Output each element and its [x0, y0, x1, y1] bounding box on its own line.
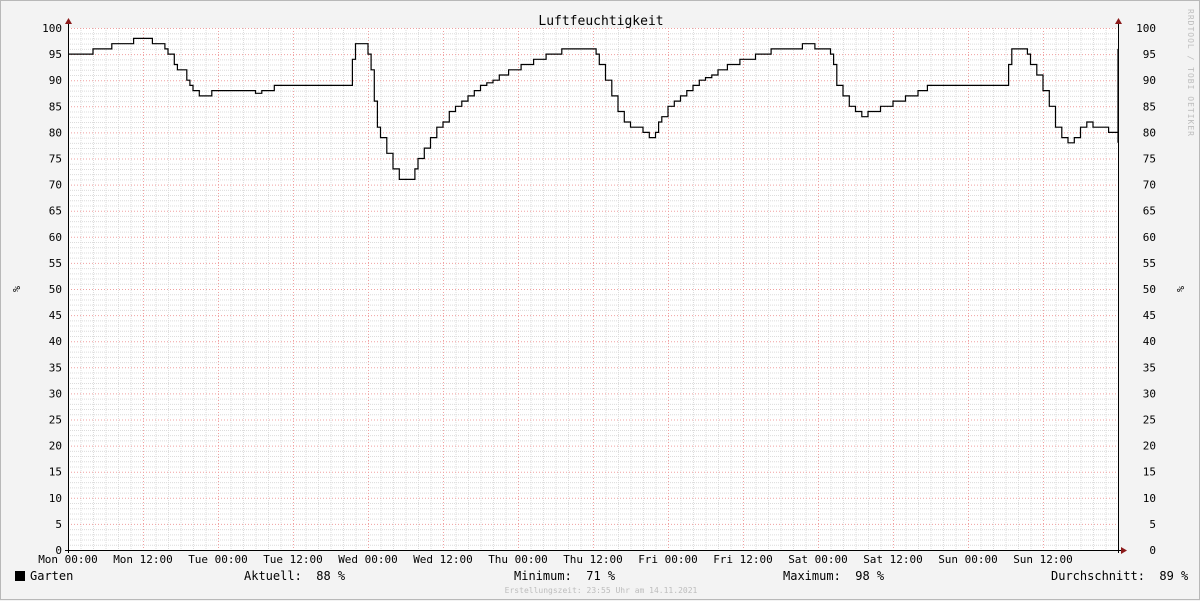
x-tick-label: Wed 12:00 [413, 553, 473, 566]
y-tick-label-right: 5 [1149, 518, 1156, 531]
y-tick-label-right: 35 [1143, 361, 1156, 374]
average-value: 89 % [1159, 569, 1189, 583]
y-tick-label-right: 40 [1143, 335, 1156, 348]
average-label: Durchschnitt: [1051, 569, 1145, 583]
minimum-label: Minimum: [514, 569, 572, 583]
x-tick-label: Thu 00:00 [488, 553, 548, 566]
footer-timestamp: Erstellungszeit: 23:55 Uhr am 14.11.2021 [504, 586, 698, 595]
y-tick-label-left: 20 [49, 440, 62, 453]
y-tick-label-right: 55 [1143, 257, 1156, 270]
y-tick-label-right: 20 [1143, 440, 1156, 453]
x-tick-label: Fri 12:00 [713, 553, 773, 566]
legend-maximum: Maximum: 98 % [783, 569, 884, 583]
x-tick-label: Mon 00:00 [38, 553, 98, 566]
humidity-chart: 0 05 510 1015 1520 2025 2530 3035 3540 4045 4550 50… [10, 14, 1185, 566]
y-tick-label-left: 100 [42, 22, 62, 35]
y-tick-label-left: 95 [49, 48, 62, 61]
y-tick-label-left: 30 [49, 387, 62, 400]
y-tick-label-right: 80 [1143, 126, 1156, 139]
y-tick-label-right: 60 [1143, 231, 1156, 244]
legend-series-name: Garten [30, 569, 74, 583]
x-tick-label: Fri 00:00 [638, 553, 698, 566]
y-tick-label-left: 10 [49, 492, 62, 505]
aktuell-label: Aktuell: [244, 569, 302, 583]
y-tick-label-left: 25 [49, 414, 62, 427]
y-tick-label-left: 40 [49, 335, 62, 348]
x-tick-label: Thu 12:00 [563, 553, 623, 566]
legend-swatch [15, 571, 25, 581]
y-tick-label-right: 70 [1143, 179, 1156, 192]
y-tick-label-left: 70 [49, 179, 62, 192]
y-tick-label-left: 75 [49, 153, 62, 166]
x-tick-label: Wed 00:00 [338, 553, 398, 566]
x-axis-arrow [1121, 547, 1127, 554]
chart-frame: 0 0 5 5 10 10 15 15 20 20 25 25 30 30 35 35 40 40 45 45 50 50… [0, 0, 1200, 600]
y-axis-label-left: % [10, 286, 21, 292]
y-tick-label-right: 95 [1143, 48, 1156, 61]
y-tick-label-left: 55 [49, 257, 62, 270]
y-tick-label-right: 85 [1143, 100, 1156, 113]
rrdtool-watermark: RRDTOOL / TOBI OETIKER [1186, 9, 1195, 137]
legend-series: Garten [15, 569, 73, 583]
x-tick-label: Tue 12:00 [263, 553, 323, 566]
y-axis-arrow-left [65, 18, 72, 24]
maximum-label: Maximum: [783, 569, 841, 583]
y-tick-label-right: 75 [1143, 153, 1156, 166]
y-tick-label-left: 50 [49, 283, 62, 296]
y-tick-label-left: 80 [49, 126, 62, 139]
legend-aktuell: Aktuell: 88 % [244, 569, 345, 583]
y-tick-label-left: 85 [49, 100, 62, 113]
y-axis-label-right: % [1174, 286, 1185, 292]
aktuell-value: 88 % [316, 569, 346, 583]
x-tick-label: Tue 00:00 [188, 553, 248, 566]
y-tick-label-right: 10 [1143, 492, 1156, 505]
y-tick-label-right: 15 [1143, 466, 1156, 479]
y-tick-label-left: 65 [49, 205, 62, 218]
x-tick-label: Sat 00:00 [788, 553, 848, 566]
y-axis-arrow-right [1115, 18, 1122, 24]
y-tick-label-right: 90 [1143, 74, 1156, 87]
y-tick-label-right: 25 [1143, 414, 1156, 427]
y-tick-label-right: 0 [1149, 544, 1156, 557]
x-tick-label: Sat 12:00 [863, 553, 923, 566]
y-tick-label-left: 5 [55, 518, 62, 531]
x-tick-label: Sun 12:00 [1013, 553, 1073, 566]
maximum-value: 98 % [855, 569, 885, 583]
legend-average: Durchschnitt: 89 % [1051, 569, 1188, 583]
chart-title: Luftfeuchtigkeit [538, 14, 663, 29]
y-tick-label-left: 45 [49, 309, 62, 322]
x-tick-label: Sun 00:00 [938, 553, 998, 566]
legend-minimum: Minimum: 71 % [514, 569, 615, 583]
y-tick-label-left: 35 [49, 361, 62, 374]
y-tick-label-right: 100 [1136, 22, 1156, 35]
y-tick-label-right: 50 [1143, 283, 1156, 296]
y-tick-label-left: 15 [49, 466, 62, 479]
y-tick-label-right: 30 [1143, 387, 1156, 400]
y-tick-label-left: 60 [49, 231, 62, 244]
y-tick-label-right: 45 [1143, 309, 1156, 322]
minimum-value: 71 % [586, 569, 616, 583]
y-tick-label-right: 65 [1143, 205, 1156, 218]
y-tick-label-left: 90 [49, 74, 62, 87]
x-tick-label: Mon 12:00 [113, 553, 173, 566]
